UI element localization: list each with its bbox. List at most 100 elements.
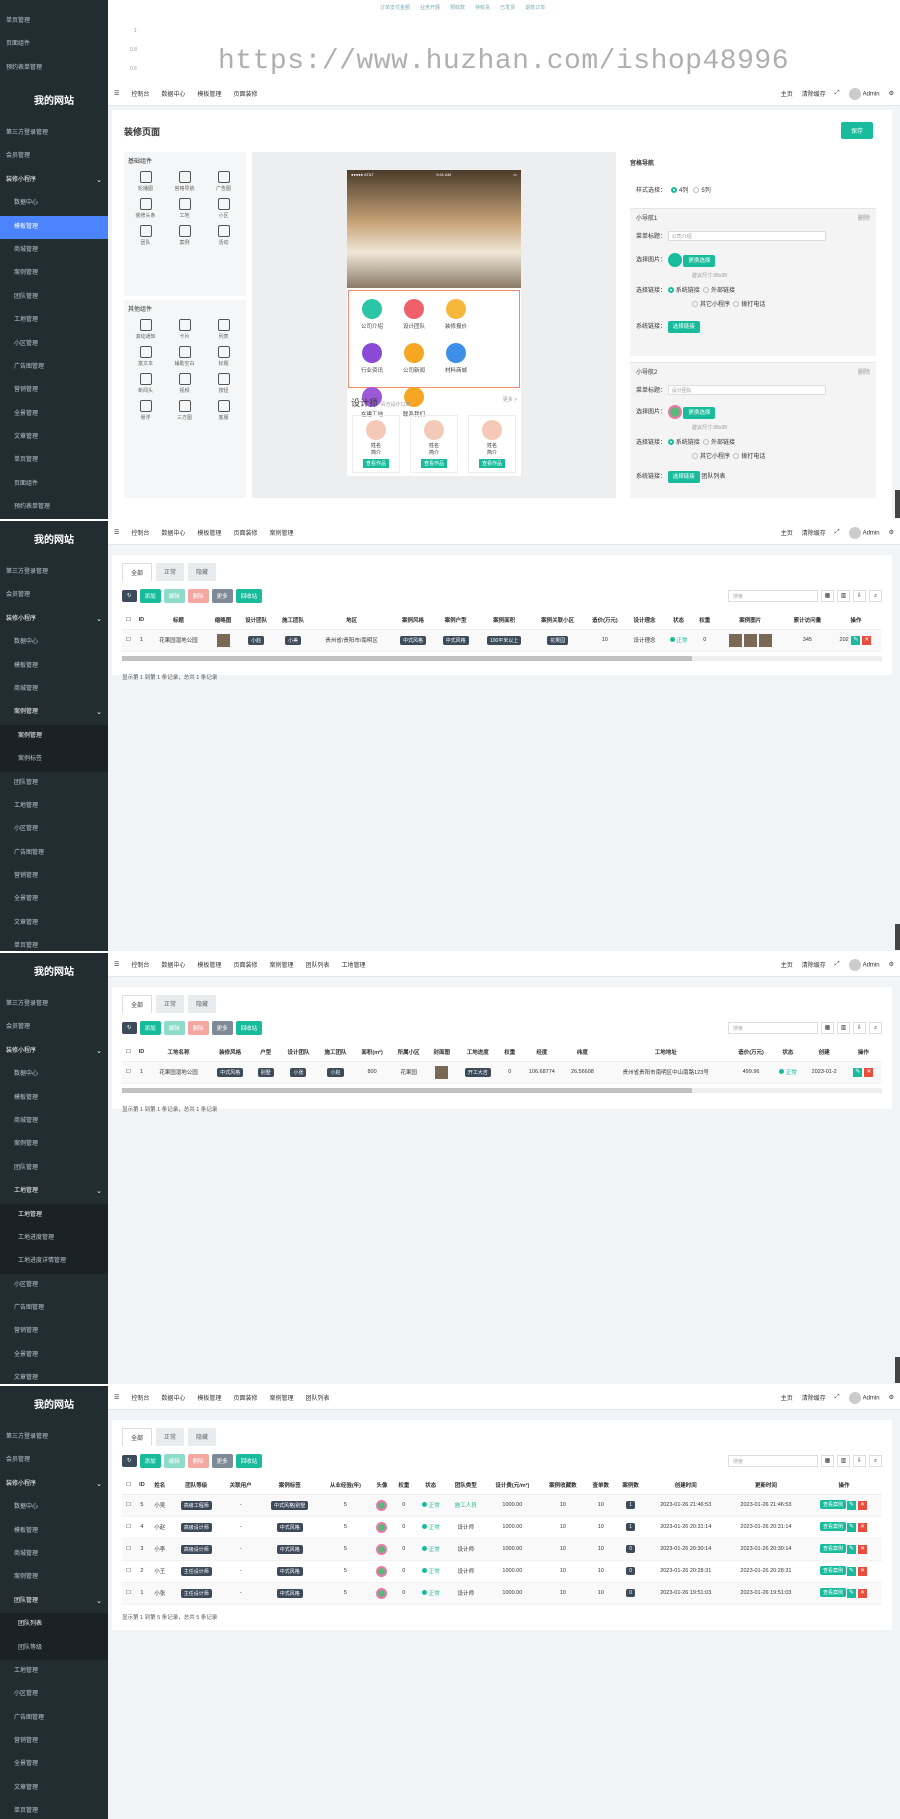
sidebar-item[interactable]: 案例标签 <box>0 748 108 772</box>
sidebar-item[interactable]: 文章管理 <box>0 1367 108 1384</box>
view-cases-button[interactable]: 查看案例 <box>820 1566 847 1575</box>
sidebar-item-active[interactable]: 模板管理 <box>0 215 108 239</box>
change-image-button[interactable]: 更换选择 <box>683 406 716 419</box>
legend-item[interactable]: 订单支付金额 <box>380 4 410 11</box>
sidebar-item[interactable]: 工地管理 <box>0 309 108 332</box>
row-checkbox[interactable]: ☐ <box>122 1494 136 1517</box>
view-works-button[interactable]: 查看作品 <box>362 459 389 468</box>
component-newshead[interactable]: 新闻头 <box>126 373 165 394</box>
legend-item[interactable]: 退款订单 <box>525 4 545 11</box>
table-row[interactable]: ☐ 1 花果园湿地公园 中式风格 别墅 小张 小赵 800 花果园 开工大吉 0… <box>122 1061 882 1084</box>
refresh-button[interactable]: ↻ <box>122 1455 137 1467</box>
sidebar-item[interactable]: 页面组件 <box>0 33 108 56</box>
tab-hidden[interactable]: 隐藏 <box>188 1428 217 1446</box>
table-row[interactable]: ☐ 2 小王 主任设计师 - 中式风格 5 0 正常 设计师 1000.00 1… <box>122 1560 882 1583</box>
sidebar-item-parent[interactable]: 装修小程序 ⌄ <box>0 1040 108 1063</box>
radio-5col[interactable] <box>693 187 700 194</box>
sidebar-item[interactable]: 工地管理 <box>0 1660 108 1683</box>
fullscreen-icon[interactable]: ⤢ <box>835 961 840 968</box>
component-richtext[interactable]: 富文本 <box>126 346 165 367</box>
recycle-button[interactable]: 回收站 <box>235 589 263 603</box>
sidebar-item[interactable]: 会员管理 <box>0 1449 108 1472</box>
view-cases-button[interactable]: 查看案例 <box>820 1500 847 1509</box>
add-button[interactable]: 添加 <box>139 1454 161 1468</box>
sidebar-item[interactable]: 营销管理 <box>0 379 108 402</box>
search-icon[interactable]: ⌕ <box>869 1455 882 1467</box>
table-view-icon[interactable]: ▦ <box>821 590 834 602</box>
sidebar-item[interactable]: 小区管理 <box>0 1683 108 1706</box>
sidebar-item[interactable]: 会员管理 <box>0 145 108 168</box>
menu-title-input[interactable]: 设计团队 <box>667 385 826 396</box>
component-site[interactable]: 工地 <box>165 198 204 219</box>
column-header[interactable]: ID <box>135 1476 149 1495</box>
search-icon[interactable]: ⌕ <box>869 1022 882 1034</box>
tab[interactable]: 模板管理 <box>191 89 227 98</box>
row-checkbox[interactable]: ☐ <box>122 1538 136 1561</box>
sidebar-item-parent[interactable]: 装修小程序 ⌄ <box>0 169 108 192</box>
radio-mini-program[interactable] <box>692 453 698 460</box>
radio-system-link[interactable] <box>667 287 674 294</box>
avatar[interactable] <box>376 1587 388 1599</box>
sidebar-item[interactable]: 数据中心 <box>0 192 108 215</box>
gear-icon[interactable]: ⚙ <box>889 90 894 97</box>
grid-nav-preview[interactable]: 公司介绍 设计团队 装修报价 行业资讯 公司新闻 材料商城 在建工地 联系我们 <box>348 290 520 418</box>
nav-item[interactable]: 材料商城 <box>435 343 477 387</box>
tab[interactable]: 数据中心 <box>155 960 191 969</box>
sidebar-item[interactable]: 案例管理 <box>0 262 108 285</box>
tab-all[interactable]: 全部 <box>122 995 153 1013</box>
sidebar-item[interactable]: 第三方登录管理 <box>0 122 108 145</box>
clear-cache-link[interactable]: 清除缓存 <box>802 89 826 98</box>
sidebar-item-active[interactable]: 团队列表 <box>0 1613 108 1637</box>
sidebar-item[interactable]: 会员管理 <box>0 584 108 607</box>
sidebar-item[interactable]: 商城管理 <box>0 1543 108 1566</box>
designer-card[interactable]: 姓名 简介 查看作品 <box>468 415 516 473</box>
sidebar-item-parent[interactable]: 工地管理 ⌄ <box>0 1180 108 1203</box>
tab[interactable]: 控制台 <box>125 89 155 98</box>
sidebar-item-parent[interactable]: 装修小程序 ⌄ <box>0 1473 108 1496</box>
recycle-button[interactable]: 回收站 <box>235 1454 263 1468</box>
radio-external-link[interactable] <box>703 287 710 294</box>
gear-icon[interactable]: ⚙ <box>889 529 894 536</box>
select-all-checkbox[interactable]: ☐ <box>122 1043 135 1062</box>
tab[interactable]: 模板管理 <box>191 960 227 969</box>
avatar[interactable] <box>376 1499 388 1511</box>
more-button[interactable]: 更多 <box>211 1454 233 1468</box>
fullscreen-icon[interactable]: ⤢ <box>835 529 840 536</box>
component-case[interactable]: 案例 <box>165 225 204 246</box>
more-button[interactable]: 更多 <box>211 589 233 603</box>
tab-active[interactable]: 案例管理 <box>263 528 299 537</box>
admin-menu[interactable]: Admin <box>848 87 880 100</box>
sidebar-item[interactable]: 页面组件 <box>0 473 108 496</box>
component-grid-nav[interactable]: 宫格导航 <box>165 171 204 192</box>
trash-icon[interactable]: ✕ <box>858 1589 868 1598</box>
sidebar-item[interactable]: 工地管理 <box>0 795 108 818</box>
component-activity[interactable]: 活动 <box>204 225 243 246</box>
component-team[interactable]: 团队 <box>126 225 165 246</box>
sidebar-item[interactable]: 第三方登录管理 <box>0 993 108 1016</box>
column-header[interactable]: 权重 <box>499 1043 521 1062</box>
clear-cache-link[interactable]: 清除缓存 <box>802 528 826 537</box>
case-images[interactable] <box>715 629 786 652</box>
sidebar-item[interactable]: 模板管理 <box>0 1520 108 1543</box>
sidebar-item-parent[interactable]: 案例管理 ⌄ <box>0 701 108 724</box>
delete-link[interactable]: 删除 <box>858 213 870 222</box>
menu-toggle-icon[interactable]: ☰ <box>108 529 125 536</box>
sidebar-item[interactable]: 团队等级 <box>0 1636 108 1660</box>
tab[interactable]: 数据中心 <box>155 1393 191 1402</box>
column-header[interactable]: 权重 <box>694 611 716 630</box>
admin-menu[interactable]: Admin <box>848 958 880 971</box>
component-card[interactable]: 卡片 <box>165 319 204 340</box>
table-row[interactable]: ☐ 3 小李 高级设计师 - 中式风格 5 0 正常 设计师 1000.00 1… <box>122 1538 882 1561</box>
avatar[interactable] <box>376 1543 388 1555</box>
sidebar-item[interactable]: 广告图管理 <box>0 842 108 865</box>
delete-button[interactable]: 删除 <box>187 1454 209 1468</box>
choose-link-button[interactable]: 选择链接 <box>667 321 700 333</box>
select-all-checkbox[interactable]: ☐ <box>122 611 135 630</box>
thumbnail[interactable] <box>208 629 238 652</box>
home-link[interactable]: 主页 <box>781 960 793 969</box>
component-headline[interactable]: 装修头条 <box>126 198 165 219</box>
tab[interactable]: 控制台 <box>125 960 155 969</box>
change-image-button[interactable]: 更换选择 <box>683 254 716 267</box>
column-header[interactable]: 标题 <box>148 611 209 630</box>
sidebar-item[interactable]: 工地进度管理 <box>0 1226 108 1251</box>
